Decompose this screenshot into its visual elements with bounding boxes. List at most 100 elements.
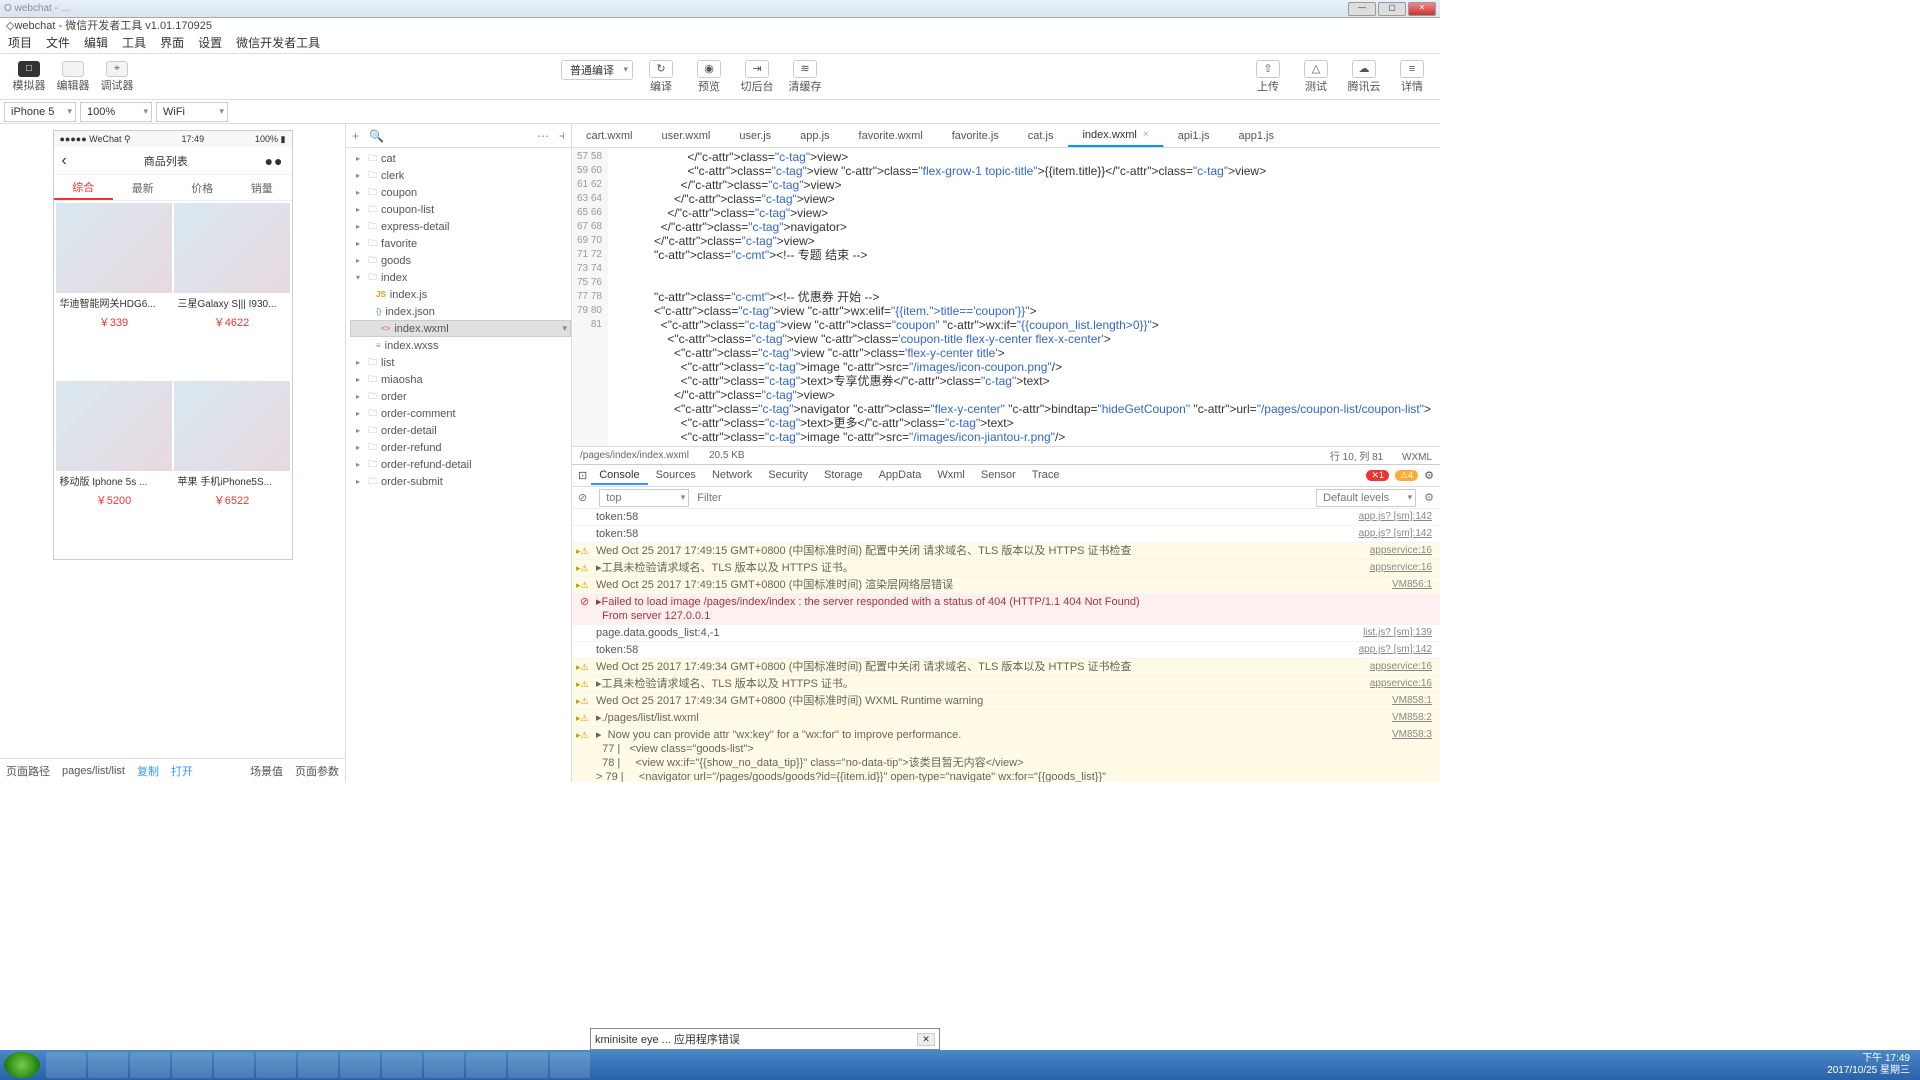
taskbar-item[interactable] bbox=[172, 1052, 212, 1078]
back-icon[interactable]: ‹ bbox=[62, 152, 67, 170]
folder-item[interactable]: ▸🗀order-detail bbox=[346, 422, 571, 439]
folder-item[interactable]: ▸🗀order-submit bbox=[346, 473, 571, 490]
menu-item[interactable]: 项目 bbox=[8, 34, 32, 51]
toolbar-button[interactable]: ◉预览 bbox=[689, 60, 729, 94]
taskbar-item[interactable] bbox=[340, 1052, 380, 1078]
more-icon[interactable]: ●● bbox=[265, 153, 284, 169]
warning-count[interactable]: ⚠4 bbox=[1395, 470, 1418, 481]
devtools-tab[interactable]: Storage bbox=[816, 467, 871, 485]
console-log-line[interactable]: Wed Oct 25 2017 17:49:34 GMT+0800 (中国标准时… bbox=[572, 693, 1440, 710]
editor-tab[interactable]: user.js bbox=[725, 124, 786, 147]
toolbar-button[interactable]: 编辑器 bbox=[52, 56, 94, 98]
folder-item[interactable]: ▸🗀order-refund bbox=[346, 439, 571, 456]
console-settings-icon[interactable]: ⚙ bbox=[1424, 491, 1434, 504]
file-item[interactable]: JSindex.js bbox=[346, 286, 571, 303]
folder-item[interactable]: ▸🗀order-refund-detail bbox=[346, 456, 571, 473]
product-card[interactable]: 移动版 Iphone 5s ...￥5200 bbox=[56, 381, 172, 557]
toolbar-button[interactable]: ⇥切后台 bbox=[737, 60, 777, 94]
folder-item[interactable]: ▸🗀coupon-list bbox=[346, 201, 571, 218]
console-log-line[interactable]: token:58app.js? [sm]:142 bbox=[572, 526, 1440, 543]
zoom-select[interactable]: 100% bbox=[80, 102, 152, 122]
folder-item[interactable]: ▸🗀cat bbox=[346, 150, 571, 167]
console-log-line[interactable]: Wed Oct 25 2017 17:49:34 GMT+0800 (中国标准时… bbox=[572, 659, 1440, 676]
console-log-line[interactable]: token:58app.js? [sm]:142 bbox=[572, 509, 1440, 526]
editor-tab[interactable]: api1.js bbox=[1164, 124, 1225, 147]
devtools-tab[interactable]: Wxml bbox=[929, 467, 973, 485]
minimize-button[interactable]: — bbox=[1348, 2, 1376, 16]
devtools-tab[interactable]: Security bbox=[760, 467, 816, 485]
editor-tab[interactable]: app1.js bbox=[1225, 124, 1289, 147]
toolbar-button[interactable]: ↻编译 bbox=[641, 60, 681, 94]
product-card[interactable]: 三星Galaxy S||| I930...￥4622 bbox=[174, 203, 290, 379]
devtools-tab[interactable]: Sensor bbox=[973, 467, 1024, 485]
maximize-button[interactable]: ▢ bbox=[1378, 2, 1406, 16]
devtools-tab[interactable]: Console bbox=[591, 467, 647, 485]
toolbar-button[interactable]: ≡详情 bbox=[1392, 60, 1432, 94]
error-count[interactable]: ✕1 bbox=[1366, 470, 1389, 481]
taskbar-item[interactable] bbox=[88, 1052, 128, 1078]
levels-select[interactable]: Default levels bbox=[1316, 489, 1416, 507]
folder-item[interactable]: ▸🗀list bbox=[346, 354, 571, 371]
copy-link[interactable]: 复制 bbox=[137, 763, 159, 779]
toolbar-button[interactable]: □模拟器 bbox=[8, 56, 50, 98]
file-item[interactable]: <>index.wxml bbox=[350, 320, 571, 337]
editor-tab[interactable]: cat.js bbox=[1014, 124, 1069, 147]
menu-item[interactable]: 文件 bbox=[46, 34, 70, 51]
product-card[interactable]: 苹果 手机iPhone5S...￥6522 bbox=[174, 381, 290, 557]
menu-item[interactable]: 工具 bbox=[122, 34, 146, 51]
taskbar-item[interactable] bbox=[130, 1052, 170, 1078]
console-log-line[interactable]: ▸./pages/list/list.wxmlVM858:2 bbox=[572, 710, 1440, 727]
taskbar-item[interactable] bbox=[298, 1052, 338, 1078]
taskbar-item[interactable] bbox=[46, 1052, 86, 1078]
toolbar-button[interactable]: ≋清缓存 bbox=[785, 60, 825, 94]
file-item[interactable]: ≡index.wxss bbox=[346, 337, 571, 354]
file-item[interactable]: {}index.json bbox=[346, 303, 571, 320]
taskbar-item[interactable] bbox=[214, 1052, 254, 1078]
console-output[interactable]: token:58app.js? [sm]:142token:58app.js? … bbox=[572, 509, 1440, 782]
console-log-line[interactable]: token:58app.js? [sm]:142 bbox=[572, 642, 1440, 659]
devtools-settings-icon[interactable]: ⚙ bbox=[1424, 469, 1434, 482]
menu-item[interactable]: 界面 bbox=[160, 34, 184, 51]
editor-tab[interactable]: favorite.wxml bbox=[845, 124, 938, 147]
taskbar-item[interactable] bbox=[382, 1052, 422, 1078]
folder-item[interactable]: ▸🗀goods bbox=[346, 252, 571, 269]
folder-item[interactable]: ▸🗀favorite bbox=[346, 235, 571, 252]
code-editor[interactable]: </"c-attr">class="c-tag">view> <"c-attr"… bbox=[608, 148, 1440, 446]
filter-tab[interactable]: 最新 bbox=[113, 175, 173, 200]
toolbar-button[interactable]: ☁腾讯云 bbox=[1344, 60, 1384, 94]
editor-tab[interactable]: user.wxml bbox=[647, 124, 725, 147]
editor-tab[interactable]: favorite.js bbox=[938, 124, 1014, 147]
filter-tab[interactable]: 销量 bbox=[232, 175, 292, 200]
filter-tab[interactable]: 综合 bbox=[54, 175, 114, 200]
console-log-line[interactable]: Wed Oct 25 2017 17:49:15 GMT+0800 (中国标准时… bbox=[572, 543, 1440, 560]
device-select[interactable]: iPhone 5 bbox=[4, 102, 76, 122]
add-file-icon[interactable]: + bbox=[352, 129, 359, 143]
start-button[interactable] bbox=[4, 1052, 40, 1078]
product-card[interactable]: 华迪智能网关HDG6...￥339 bbox=[56, 203, 172, 379]
console-log-line[interactable]: ▸工具未检验请求域名、TLS 版本以及 HTTPS 证书。appservice:… bbox=[572, 560, 1440, 577]
folder-item[interactable]: ▸🗀miaosha bbox=[346, 371, 571, 388]
more-icon[interactable]: ⋯ bbox=[537, 129, 549, 143]
search-icon[interactable]: 🔍 bbox=[369, 129, 384, 143]
close-button[interactable]: ✕ bbox=[1408, 2, 1436, 16]
editor-tab[interactable]: cart.wxml bbox=[572, 124, 647, 147]
console-log-line[interactable]: ▸Failed to load image /pages/index/index… bbox=[572, 594, 1440, 625]
context-select[interactable]: top bbox=[599, 489, 689, 507]
menu-item[interactable]: 编辑 bbox=[84, 34, 108, 51]
dialog-close-icon[interactable]: ✕ bbox=[917, 1033, 935, 1046]
toolbar-button[interactable]: ⌖调试器 bbox=[96, 56, 138, 98]
taskbar-item[interactable] bbox=[256, 1052, 296, 1078]
error-dialog-taskbar[interactable]: kminisite eye ... 应用程序错误 ✕ bbox=[590, 1028, 940, 1050]
folder-item[interactable]: ▸🗀express-detail bbox=[346, 218, 571, 235]
editor-tab[interactable]: app.js bbox=[786, 124, 844, 147]
folder-item[interactable]: ▸🗀order-comment bbox=[346, 405, 571, 422]
console-log-line[interactable]: ▸ Now you can provide attr "wx:key" for … bbox=[572, 727, 1440, 782]
inspect-icon[interactable]: ⊡ bbox=[578, 469, 587, 482]
editor-tab[interactable]: index.wxml× bbox=[1068, 124, 1163, 147]
taskbar-item[interactable] bbox=[424, 1052, 464, 1078]
split-icon[interactable]: ⫞ bbox=[559, 128, 565, 143]
folder-item[interactable]: ▸🗀order bbox=[346, 388, 571, 405]
toolbar-button[interactable]: ⇧上传 bbox=[1248, 60, 1288, 94]
taskbar-item[interactable] bbox=[466, 1052, 506, 1078]
taskbar-item[interactable] bbox=[508, 1052, 548, 1078]
